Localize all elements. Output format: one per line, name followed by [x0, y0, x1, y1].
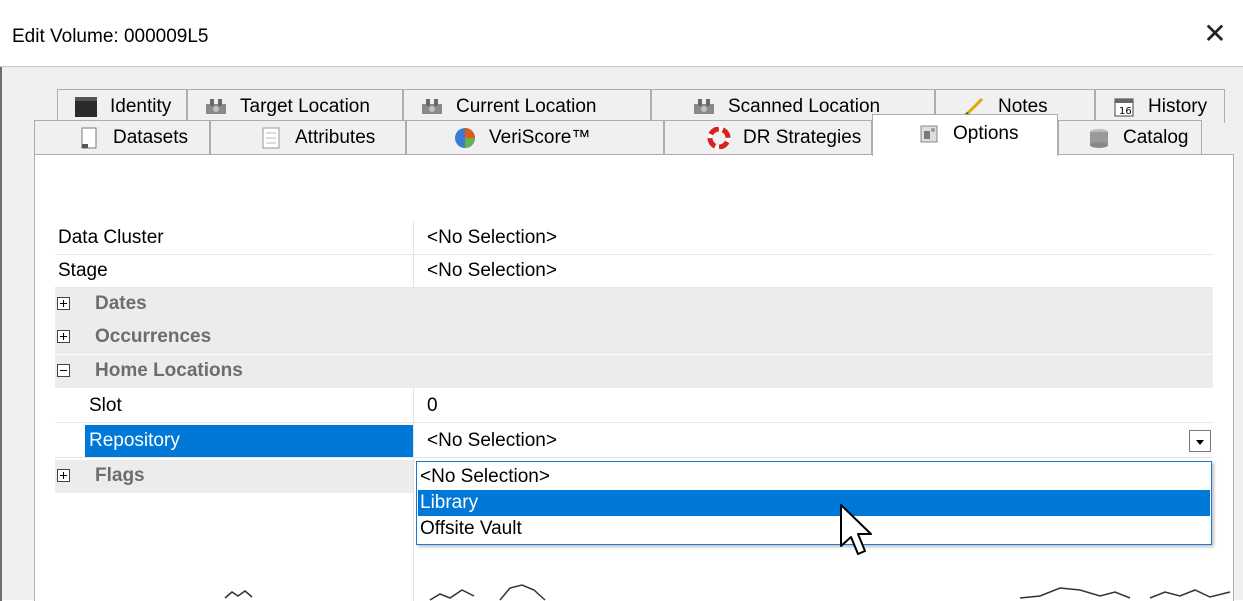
tab-options[interactable]: Options	[872, 114, 1058, 156]
robot-arm-icon	[422, 98, 442, 114]
category-home-locations[interactable]: Home Locations	[55, 355, 1213, 388]
property-row-repository[interactable]: Repository <No Selection>	[55, 425, 1213, 458]
property-name: Stage	[58, 260, 108, 281]
property-row-data-cluster[interactable]: Data Cluster <No Selection>	[55, 222, 1213, 255]
tab-label: Options	[953, 123, 1019, 144]
category-label: Home Locations	[95, 360, 243, 381]
category-label: Occurrences	[95, 326, 212, 347]
tab-label: Catalog	[1123, 126, 1189, 148]
property-name: Data Cluster	[58, 227, 164, 248]
tab-label: History	[1148, 95, 1208, 117]
tab-current-location[interactable]: Current Location	[403, 89, 651, 123]
tab-label: Current Location	[456, 95, 597, 117]
robot-arm-icon	[206, 98, 226, 114]
edit-volume-dialog: Edit Volume: 000009L5 ✕ Identity Target …	[0, 0, 1243, 601]
category-occurrences[interactable]: Occurrences	[55, 321, 1213, 354]
tab-datasets[interactable]: Datasets	[34, 120, 210, 154]
tab-label: DR Strategies	[743, 126, 862, 148]
category-label: Flags	[95, 465, 145, 486]
partial-artwork	[224, 584, 1231, 601]
property-value[interactable]: 0	[423, 390, 1213, 422]
repository-dropdown-list[interactable]: <No Selection> Library Offsite Vault	[416, 461, 1212, 545]
tab-target-location[interactable]: Target Location	[187, 89, 403, 123]
tab-label: Attributes	[295, 126, 376, 148]
dropdown-option[interactable]: <No Selection>	[418, 464, 1210, 490]
property-value[interactable]: <No Selection>	[423, 222, 1213, 254]
tab-history[interactable]: 16 History	[1095, 89, 1225, 123]
tab-catalog[interactable]: Catalog	[1058, 120, 1202, 154]
property-name: Repository	[85, 425, 413, 457]
window-title: Edit Volume: 000009L5	[12, 26, 209, 47]
svg-text:16: 16	[1119, 106, 1132, 117]
tab-label: Identity	[110, 95, 172, 117]
category-dates[interactable]: Dates	[55, 288, 1213, 321]
repository-select[interactable]: <No Selection>	[423, 425, 1213, 457]
dropdown-option[interactable]: Offsite Vault	[418, 516, 1210, 542]
selected-value: <No Selection>	[427, 430, 557, 451]
list-icon	[262, 127, 280, 148]
lifebuoy-icon	[707, 126, 731, 149]
tab-dr-strategies[interactable]: DR Strategies	[664, 120, 872, 154]
close-icon[interactable]: ✕	[1201, 18, 1229, 50]
database-icon	[1090, 128, 1108, 148]
id-card-icon	[75, 96, 97, 117]
tab-label: VeriScore™	[489, 126, 591, 148]
tab-attributes[interactable]: Attributes	[210, 120, 406, 154]
pie-chart-icon	[455, 127, 475, 148]
category-label: Dates	[95, 293, 147, 314]
tab-label: Target Location	[240, 95, 370, 117]
tab-veriscore[interactable]: VeriScore™	[406, 120, 664, 154]
options-icon	[920, 125, 938, 143]
tab-label: Datasets	[113, 126, 188, 148]
property-row-stage[interactable]: Stage <No Selection>	[55, 255, 1213, 288]
property-name: Slot	[89, 395, 122, 416]
tab-label: Scanned Location	[728, 95, 881, 117]
tab-identity[interactable]: Identity	[57, 89, 187, 123]
title-bar[interactable]: Edit Volume: 000009L5 ✕	[0, 0, 1243, 66]
chevron-down-icon[interactable]	[1189, 430, 1211, 452]
category-flags[interactable]: Flags	[55, 460, 413, 493]
dropdown-option-highlighted[interactable]: Library	[418, 490, 1210, 516]
document-icon	[81, 127, 97, 148]
robot-arm-icon	[694, 98, 714, 114]
property-value[interactable]: <No Selection>	[423, 255, 1213, 287]
calendar-icon: 16	[1114, 98, 1134, 117]
mouse-cursor-icon	[840, 504, 872, 555]
property-row-slot[interactable]: Slot 0	[55, 390, 1213, 423]
